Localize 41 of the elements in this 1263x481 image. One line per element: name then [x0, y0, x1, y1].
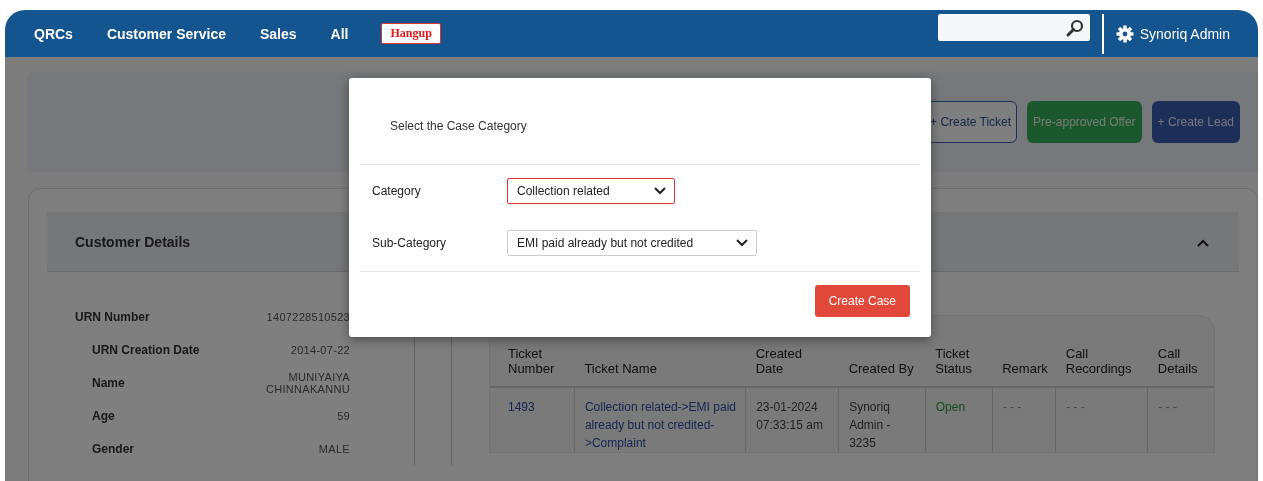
field-value: 59 [337, 409, 350, 422]
table-cell: Synoriq Admin - 3235 [838, 387, 926, 452]
dropdown[interactable]: Collection related [507, 178, 675, 204]
field-label: Gender [91, 441, 134, 456]
user-name[interactable]: Synoriq Admin [1139, 25, 1230, 42]
nav-link[interactable]: QRCs [34, 25, 73, 42]
field-label: URN Number [75, 309, 150, 324]
column-header: Call Details [1147, 316, 1214, 387]
toolbar-button[interactable]: + Create Lead [1151, 101, 1240, 143]
search-field[interactable] [937, 14, 1090, 41]
nav-link[interactable]: Sales [259, 25, 297, 42]
table-cell[interactable]: Collection related->EMI paid already but not credited->Complaint [574, 387, 746, 452]
table-cell[interactable]: 1493 [490, 387, 575, 452]
field-label: Age [91, 408, 115, 423]
field-value: MALE [318, 442, 350, 455]
chevron-down-icon [654, 187, 666, 195]
field-label: Category [372, 184, 422, 198]
field-label: URN Creation Date [91, 342, 200, 357]
settings-icon[interactable] [1115, 24, 1134, 43]
table-cell: - - - [1147, 387, 1214, 452]
chevron-down-icon [736, 239, 748, 247]
modal-title: Select the Case Category [390, 119, 527, 133]
table-cell: - - - [1055, 387, 1148, 452]
search-icon[interactable] [1065, 18, 1084, 37]
column-header: Call Recordings [1055, 316, 1148, 387]
nav-link[interactable]: All [330, 25, 349, 42]
section-title: Customer Details [75, 233, 191, 250]
field-value: 2014-07-22 [290, 343, 350, 356]
create-case-button[interactable]: Create Case [814, 285, 910, 317]
table-cell: Open [925, 387, 993, 452]
table-cell: 23-01-2024 07:33:15 am [745, 387, 839, 452]
field-value: 1407228510523 [266, 310, 350, 323]
nav-link[interactable]: Customer Service [106, 25, 226, 42]
collapse-icon [1197, 238, 1209, 247]
table-cell: - - - [992, 387, 1056, 452]
field-label: Sub-Category [372, 236, 448, 250]
dropdown[interactable]: EMI paid already but not credited [507, 230, 757, 256]
field-value: MUNIYAIYA CHINNAKANNU [265, 370, 350, 395]
hangup-button[interactable]: Hangup [381, 23, 441, 44]
field-label: Name [91, 375, 125, 390]
column-header: Remark [992, 316, 1056, 387]
